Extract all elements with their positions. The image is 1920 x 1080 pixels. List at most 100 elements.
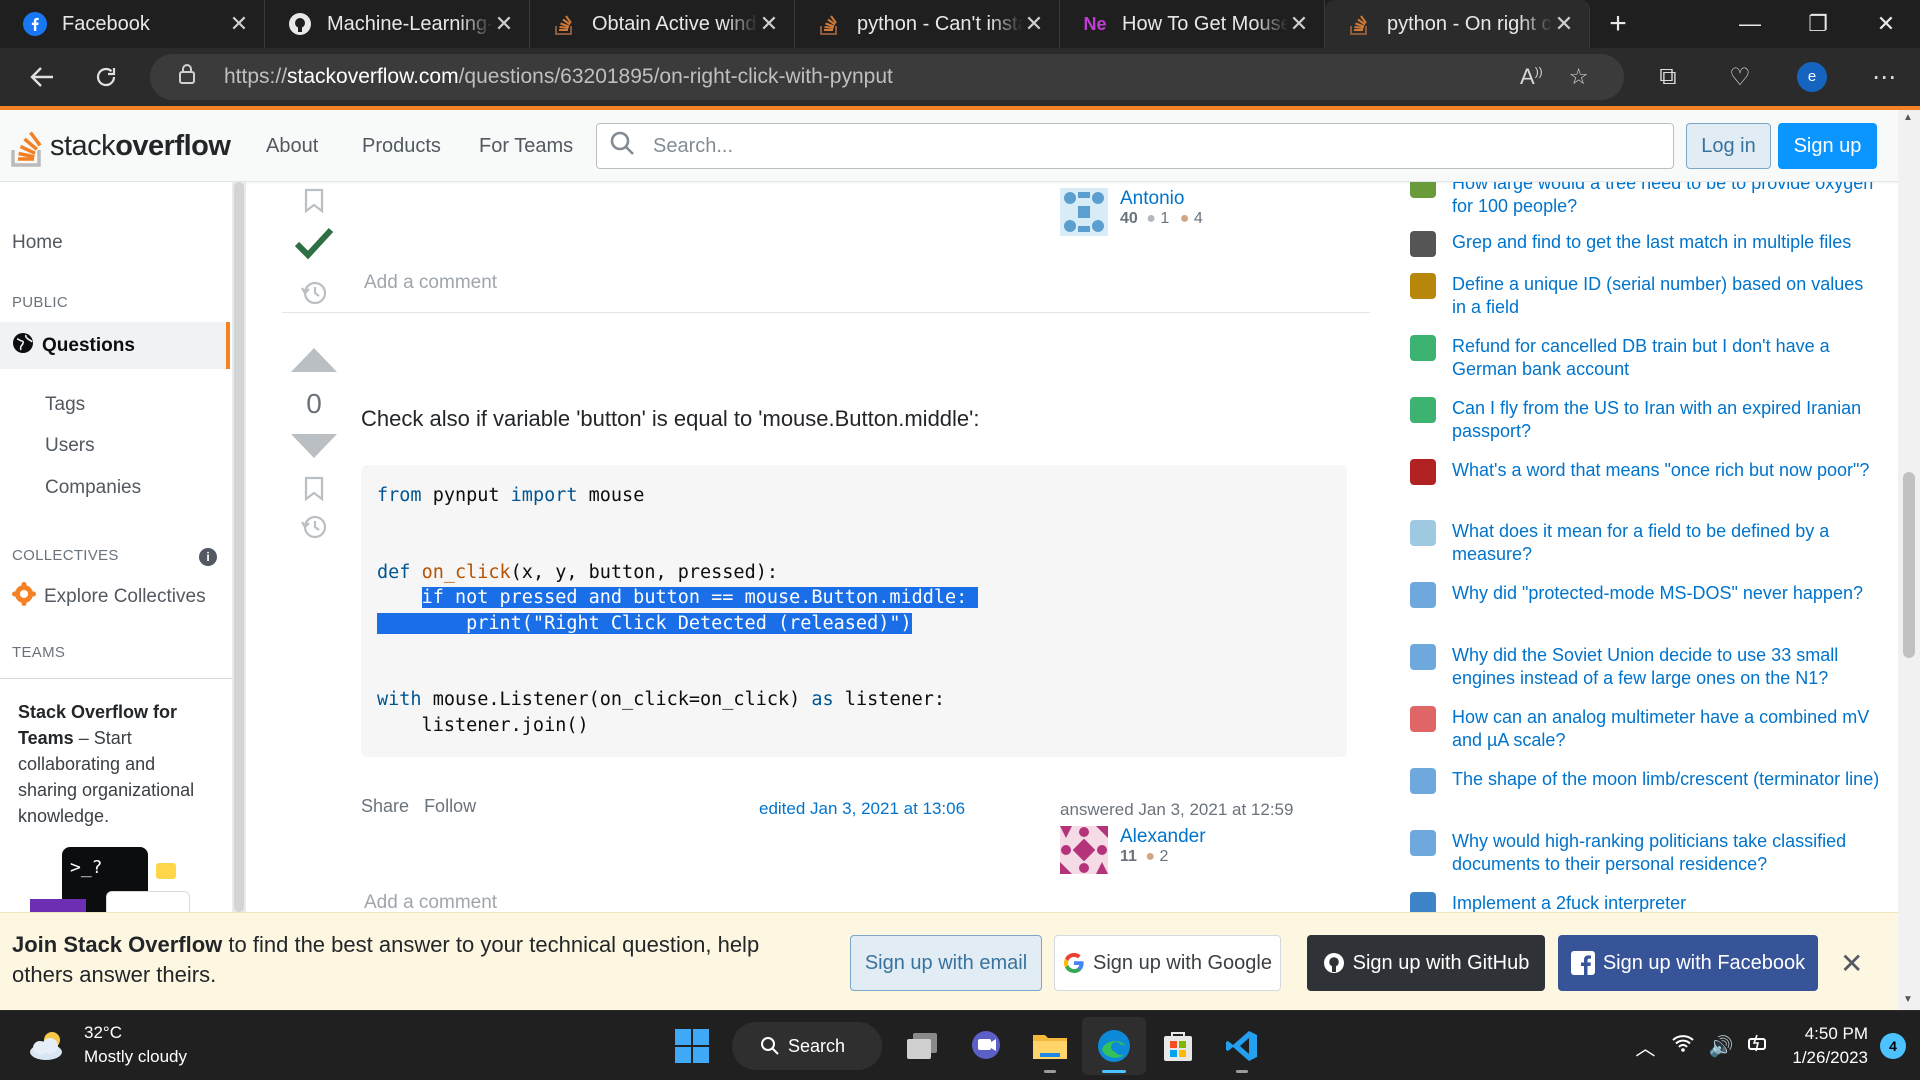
- clock[interactable]: 4:50 PM 1/26/2023: [1792, 1022, 1868, 1070]
- share-link[interactable]: Share: [361, 796, 409, 816]
- avatar[interactable]: [1060, 826, 1108, 874]
- tab-neuralnine[interactable]: Ne How To Get Mouse C ✕: [1060, 0, 1325, 48]
- battery-charging-icon[interactable]: [1740, 1033, 1778, 1059]
- settings-more-icon[interactable]: ⋯: [1848, 63, 1920, 92]
- downvote-button[interactable]: [289, 432, 339, 460]
- hot-question-link[interactable]: The shape of the moon limb/crescent (ter…: [1452, 768, 1879, 794]
- hot-question-item[interactable]: Implement a 2fuck interpreter: [1410, 892, 1880, 912]
- teams-chat-button[interactable]: [954, 1017, 1018, 1075]
- restore-button[interactable]: ❐: [1784, 0, 1852, 48]
- hot-question-item[interactable]: Can I fly from the US to Iran with an ex…: [1410, 397, 1880, 443]
- prev-add-comment-link[interactable]: Add a comment: [364, 272, 497, 294]
- nav-for-teams[interactable]: For Teams: [479, 110, 573, 182]
- follow-link[interactable]: Follow: [424, 796, 476, 816]
- tab-github[interactable]: Machine-Learning-Sp ✕: [265, 0, 530, 48]
- login-button[interactable]: Log in: [1686, 123, 1771, 169]
- file-explorer-button[interactable]: [1018, 1017, 1082, 1075]
- hot-question-link[interactable]: Refund for cancelled DB train but I don'…: [1452, 335, 1880, 381]
- hot-question-item[interactable]: Define a unique ID (serial number) based…: [1410, 273, 1880, 319]
- tab-close-icon[interactable]: ✕: [228, 11, 250, 37]
- tab-close-icon[interactable]: ✕: [758, 11, 780, 37]
- hot-question-link[interactable]: What's a word that means "once rich but …: [1452, 459, 1869, 485]
- hot-question-item[interactable]: What does it mean for a field to be defi…: [1410, 520, 1880, 566]
- history-icon[interactable]: [299, 278, 329, 308]
- new-tab-button[interactable]: +: [1590, 0, 1646, 48]
- weather-widget[interactable]: 32°C Mostly cloudy: [26, 1021, 187, 1069]
- tab-close-icon[interactable]: ✕: [493, 11, 515, 37]
- hot-question-item[interactable]: How large would a tree need to be to pro…: [1410, 182, 1880, 218]
- answer-user-name[interactable]: Alexander: [1120, 826, 1206, 848]
- start-button[interactable]: [660, 1017, 724, 1075]
- sidebar-scrollbar[interactable]: [232, 182, 246, 912]
- close-window-button[interactable]: ✕: [1852, 0, 1920, 48]
- hot-question-link[interactable]: Define a unique ID (serial number) based…: [1452, 273, 1880, 319]
- signup-email-button[interactable]: Sign up with email: [850, 935, 1042, 991]
- taskbar-search[interactable]: Search: [732, 1022, 882, 1070]
- tab-close-icon[interactable]: ✕: [1023, 11, 1045, 37]
- edge-browser-button[interactable]: [1082, 1017, 1146, 1075]
- hot-question-link[interactable]: What does it mean for a field to be defi…: [1452, 520, 1880, 566]
- signup-github-button[interactable]: Sign up with GitHub: [1307, 935, 1545, 991]
- hot-question-item[interactable]: The shape of the moon limb/crescent (ter…: [1410, 768, 1880, 794]
- sidebar-item-explore-collectives[interactable]: Explore Collectives: [12, 582, 206, 612]
- hot-question-link[interactable]: How large would a tree need to be to pro…: [1452, 182, 1880, 218]
- read-aloud-icon[interactable]: A)): [1520, 64, 1543, 90]
- sidebar-item-questions[interactable]: Questions: [0, 322, 230, 369]
- hot-question-item[interactable]: Grep and find to get the last match in m…: [1410, 231, 1880, 257]
- profile-icon[interactable]: e: [1776, 62, 1848, 92]
- url-bar[interactable]: https://stackoverflow.com/questions/6320…: [150, 54, 1624, 100]
- page-scrollbar-thumb[interactable]: [1903, 472, 1915, 658]
- signup-google-button[interactable]: Sign up with Google: [1054, 935, 1281, 991]
- hot-question-item[interactable]: Refund for cancelled DB train but I don'…: [1410, 335, 1880, 381]
- store-button[interactable]: [1146, 1017, 1210, 1075]
- hot-question-item[interactable]: Why did the Soviet Union decide to use 3…: [1410, 644, 1880, 690]
- extensions-icon[interactable]: ⧉: [1632, 63, 1704, 91]
- sidebar-item-tags[interactable]: Tags: [45, 394, 85, 416]
- tab-stackoverflow-2[interactable]: python - Can't install ✕: [795, 0, 1060, 48]
- upvote-button[interactable]: [289, 346, 339, 374]
- task-view-button[interactable]: [890, 1017, 954, 1075]
- sidebar-item-companies[interactable]: Companies: [45, 477, 141, 499]
- hot-question-link[interactable]: Can I fly from the US to Iran with an ex…: [1452, 397, 1880, 443]
- hot-question-item[interactable]: How can an analog multimeter have a comb…: [1410, 706, 1880, 752]
- volume-icon[interactable]: 🔊: [1702, 1034, 1740, 1059]
- sidebar-scrollbar-thumb[interactable]: [234, 182, 244, 912]
- hot-question-item[interactable]: What's a word that means "once rich but …: [1410, 459, 1880, 485]
- scroll-up-icon[interactable]: ▲: [1903, 112, 1913, 123]
- notification-badge[interactable]: 4: [1880, 1033, 1906, 1059]
- chevron-up-icon[interactable]: ︿: [1626, 1032, 1664, 1061]
- sidebar-item-home[interactable]: Home: [12, 232, 63, 254]
- hot-question-link[interactable]: How can an analog multimeter have a comb…: [1452, 706, 1880, 752]
- nav-about[interactable]: About: [266, 110, 318, 182]
- tab-close-icon[interactable]: ✕: [1288, 11, 1310, 37]
- bookmark-icon[interactable]: [303, 188, 325, 214]
- stackoverflow-logo[interactable]: stack overflow: [10, 122, 231, 170]
- browser-essentials-icon[interactable]: ♡: [1704, 63, 1776, 92]
- sidebar-item-users[interactable]: Users: [45, 435, 95, 457]
- add-comment-link[interactable]: Add a comment: [364, 892, 497, 912]
- scroll-down-icon[interactable]: ▼: [1903, 994, 1913, 1005]
- refresh-button[interactable]: [74, 48, 138, 106]
- hot-question-link[interactable]: Implement a 2fuck interpreter: [1452, 892, 1686, 912]
- hot-question-link[interactable]: Grep and find to get the last match in m…: [1452, 231, 1851, 257]
- hot-question-item[interactable]: Why did "protected-mode MS-DOS" never ha…: [1410, 582, 1880, 608]
- nav-products[interactable]: Products: [362, 110, 441, 182]
- tab-facebook[interactable]: Facebook ✕: [0, 0, 265, 48]
- search-input[interactable]: Search...: [596, 123, 1674, 169]
- signup-facebook-button[interactable]: Sign up with Facebook: [1558, 935, 1818, 991]
- close-icon[interactable]: ✕: [1840, 947, 1863, 980]
- hot-question-link[interactable]: Why did "protected-mode MS-DOS" never ha…: [1452, 582, 1863, 608]
- hot-question-link[interactable]: Why did the Soviet Union decide to use 3…: [1452, 644, 1880, 690]
- page-scrollbar[interactable]: ▲ ▼: [1898, 110, 1920, 1010]
- tab-stackoverflow-active[interactable]: python - On right clic ✕: [1325, 0, 1590, 48]
- history-icon[interactable]: [299, 512, 329, 542]
- info-icon[interactable]: i: [199, 548, 217, 566]
- wifi-icon[interactable]: [1664, 1033, 1702, 1059]
- add-favorite-icon[interactable]: ☆: [1569, 64, 1589, 90]
- edited-link[interactable]: edited Jan 3, 2021 at 13:06: [759, 799, 965, 819]
- hot-question-link[interactable]: Why would high-ranking politicians take …: [1452, 830, 1880, 876]
- signup-button[interactable]: Sign up: [1778, 123, 1877, 169]
- back-button[interactable]: [10, 48, 74, 106]
- tab-close-icon[interactable]: ✕: [1553, 11, 1575, 37]
- minimize-button[interactable]: —: [1716, 0, 1784, 48]
